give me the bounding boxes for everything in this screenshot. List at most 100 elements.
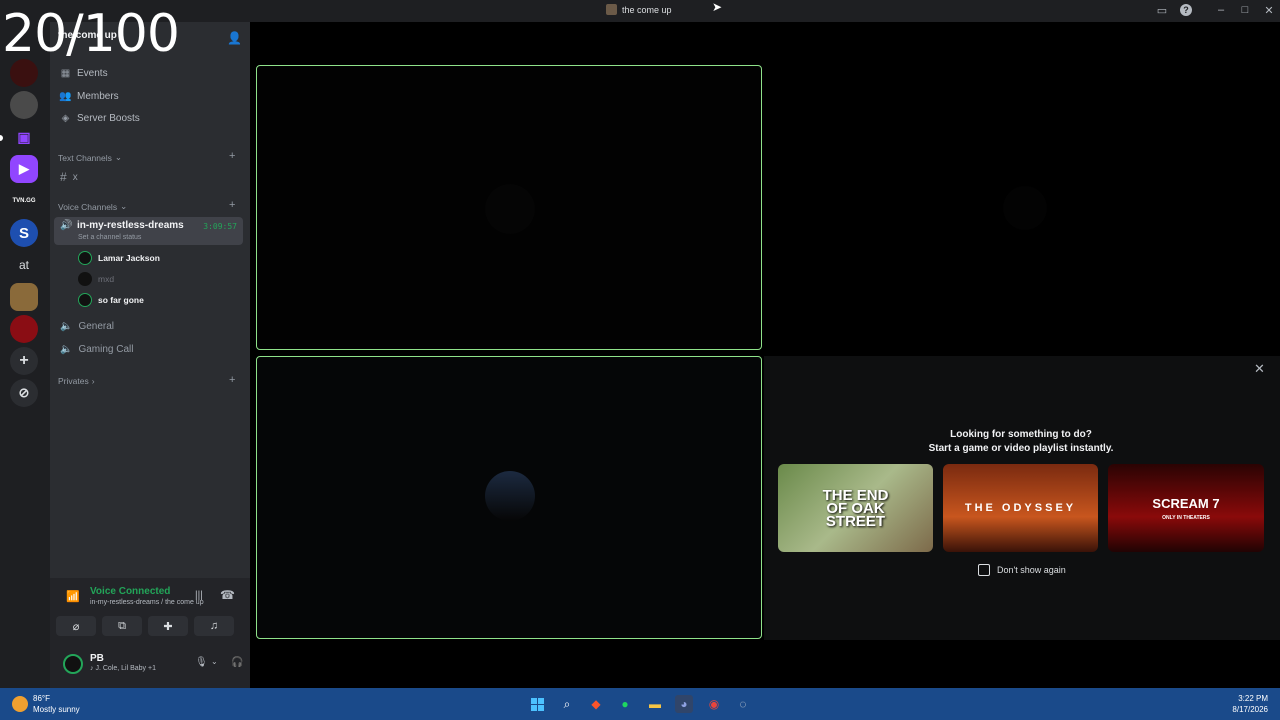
inbox-icon[interactable]: ▭	[1155, 3, 1169, 17]
screen-share-icon: ⧉	[118, 619, 126, 632]
checkbox-icon	[978, 564, 990, 576]
user-avatar[interactable]	[63, 654, 83, 674]
invite-icon[interactable]: 👤	[227, 31, 242, 45]
app-icon[interactable]: ◌	[734, 695, 752, 713]
voice-channels-category[interactable]: Voice Channels ⌄	[58, 201, 127, 212]
dont-show-again-checkbox[interactable]: Don't show again	[978, 564, 1066, 576]
voice-channel-name: in-my-restless-dreams	[77, 220, 184, 231]
clock-date[interactable]: 8/17/2026	[1232, 705, 1268, 714]
chevron-down-icon: ⌄	[114, 152, 122, 162]
voice-timer: 3:09:57	[203, 222, 237, 231]
weather-desc[interactable]: Mostly sunny	[33, 705, 80, 714]
title-bar: the come up ▭ ? – □ ✕	[0, 0, 1280, 22]
brave-icon[interactable]: ◆	[587, 695, 605, 713]
chevron-down-icon: ⌄	[120, 201, 128, 211]
text-channel-x[interactable]: # x	[60, 170, 78, 184]
avatar	[78, 251, 92, 265]
voice-channel-gaming-call[interactable]: 🔈 Gaming Call	[60, 344, 133, 355]
game-card-scream-7[interactable]: SCREAM 7 ONLY IN THEATERS	[1108, 464, 1264, 552]
video-toggle-button[interactable]: ⌀	[56, 616, 96, 636]
game-card-the-odyssey[interactable]: THE ODYSSEY	[943, 464, 1098, 552]
search-icon[interactable]: ⌕	[558, 695, 576, 713]
chevron-down-icon[interactable]: ⌄	[211, 657, 218, 666]
clock-time[interactable]: 3:22 PM	[1238, 694, 1268, 703]
calendar-icon: ▦	[60, 67, 71, 79]
activities-button[interactable]: ✚	[148, 616, 188, 636]
close-promo-icon[interactable]: ✕	[1254, 361, 1265, 377]
server-icon-at[interactable]: at	[10, 251, 38, 279]
camera-off-icon: ⌀	[72, 620, 80, 633]
chrome-icon[interactable]: ◉	[705, 695, 723, 713]
window-title-text: the come up	[622, 4, 672, 15]
weather-temp[interactable]: 86°F	[33, 694, 50, 703]
discover-icon[interactable]: ⊘	[10, 379, 38, 407]
user-name: PB	[90, 653, 104, 664]
server-icon-the-come-up[interactable]	[10, 283, 38, 311]
video-tile-1[interactable]	[256, 65, 762, 350]
voice-user-lamar-jackson[interactable]: Lamar Jackson	[78, 251, 160, 265]
speaker-icon: 🔊	[60, 220, 73, 231]
minimize-icon[interactable]: –	[1214, 3, 1228, 17]
start-icon[interactable]	[528, 695, 546, 713]
signal-icon[interactable]: 📶	[66, 590, 80, 603]
noise-suppression-icon[interactable]: |||	[195, 590, 203, 601]
disconnect-icon[interactable]: ☎	[220, 588, 235, 602]
nav-events[interactable]: ▦ Events	[60, 64, 108, 82]
close-icon[interactable]: ✕	[1262, 3, 1276, 17]
video-tile-3[interactable]	[256, 356, 762, 639]
discord-window: 20/100 the come up ▭ ? – □ ✕ ▣ ▶ TVN.GG …	[0, 0, 1280, 720]
privates-category[interactable]: Privates ›	[58, 376, 95, 386]
user-status: ♪ J. Cole, Lil Baby +1	[90, 665, 156, 672]
soundboard-icon: ♫	[209, 620, 219, 632]
maximize-icon[interactable]: □	[1238, 3, 1252, 17]
game-card-end-of-oak-street[interactable]: THE END OF OAK STREET	[778, 464, 933, 552]
weather-icon[interactable]	[12, 696, 28, 712]
voice-channel-general[interactable]: 🔈 General	[60, 321, 114, 332]
voice-connected-status[interactable]: Voice Connected	[90, 586, 170, 597]
server-rail: ▣ ▶ TVN.GG S at + ⊘	[0, 22, 50, 688]
frame-counter: 20/100	[2, 4, 180, 64]
avatar	[485, 471, 535, 521]
discord-icon[interactable]: ◕	[675, 695, 693, 713]
server-icon-s[interactable]: S	[10, 219, 38, 247]
channel-status[interactable]: Set a channel status	[78, 234, 141, 241]
avatar	[1003, 186, 1047, 230]
twitch-icon[interactable]: ▣	[10, 123, 38, 151]
add-voice-channel-icon[interactable]: +	[229, 199, 235, 211]
nav-server-boosts[interactable]: ◈ Server Boosts	[60, 109, 140, 127]
microphone-icon[interactable]: 🎙	[195, 657, 208, 668]
add-text-channel-icon[interactable]: +	[229, 150, 235, 162]
unread-pill	[0, 135, 3, 141]
text-channels-category[interactable]: Text Channels ⌄	[58, 152, 122, 163]
speaker-icon: 🔈	[60, 344, 73, 355]
headphones-icon[interactable]: 🎧	[231, 657, 243, 668]
file-explorer-icon[interactable]: ▬	[646, 695, 664, 713]
taskbar: 86°F Mostly sunny ⌕ ◆ ● ▬ ◕ ◉ ◌ 3:22 PM …	[0, 688, 1280, 720]
hash-icon: #	[60, 170, 67, 184]
voice-panel: 📶 Voice Connected in-my-restless-dreams …	[50, 578, 280, 688]
chevron-right-icon: ›	[91, 376, 95, 386]
speaker-icon: 🔈	[60, 321, 73, 332]
server-icon-red[interactable]	[10, 315, 38, 343]
nav-members[interactable]: 👥 Members	[59, 87, 118, 105]
help-icon[interactable]: ?	[1179, 3, 1193, 17]
window-title: the come up	[606, 4, 672, 15]
video-tile-2[interactable]	[766, 65, 1278, 350]
server-icon	[606, 4, 617, 15]
active-voice-channel[interactable]: 🔊 in-my-restless-dreams 3:09:57 Set a ch…	[54, 217, 243, 245]
server-icon-tvn[interactable]: TVN.GG	[10, 187, 38, 215]
spotify-icon[interactable]: ●	[616, 695, 634, 713]
server-icon-gray-art[interactable]	[10, 91, 38, 119]
screen-share-button[interactable]: ⧉	[102, 616, 142, 636]
voice-user-so-far-gone[interactable]: so far gone	[78, 293, 144, 307]
soundboard-button[interactable]: ♫	[194, 616, 234, 636]
activities-icon: ✚	[163, 620, 173, 633]
add-server-icon[interactable]: +	[10, 347, 38, 375]
cursor-icon: ➤	[712, 0, 723, 14]
boost-icon: ◈	[61, 112, 70, 124]
voice-user-mxd[interactable]: mxd	[78, 272, 114, 286]
avatar	[78, 272, 92, 286]
server-icon-purple[interactable]: ▶	[10, 155, 38, 183]
voice-location[interactable]: in-my-restless-dreams / the come up	[90, 599, 204, 606]
add-private-channel-icon[interactable]: +	[229, 374, 235, 386]
